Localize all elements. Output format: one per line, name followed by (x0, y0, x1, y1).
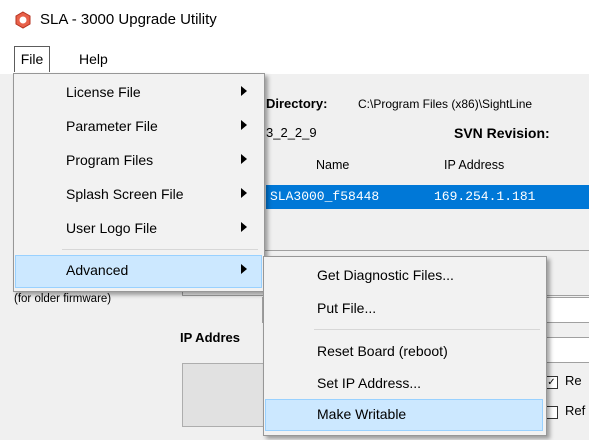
menu-item-parameter-file[interactable]: Parameter File (16, 111, 261, 142)
submenu-arrow-icon (241, 154, 247, 164)
menu-item-label: Splash Screen File (66, 186, 184, 202)
menu-item-label: Make Writable (317, 406, 407, 422)
menu-item-label: Program Files (66, 152, 154, 168)
menu-item-label: Put File... (317, 300, 377, 316)
directory-value: C:\Program Files (x86)\SightLine (358, 97, 533, 111)
menu-item-program-files[interactable]: Program Files (16, 145, 261, 176)
older-firmware-note: (for older firmware) (14, 293, 112, 305)
menu-item-label: Get Diagnostic Files... (317, 267, 454, 283)
column-name[interactable]: Name (316, 158, 349, 172)
file-menu: License File Parameter File Program File… (13, 73, 265, 292)
window-title: SLA - 3000 Upgrade Utility (40, 11, 217, 28)
menu-item-set-ip-address[interactable]: Set IP Address... (266, 368, 542, 399)
menu-item-label: License File (66, 84, 141, 100)
menu-item-label: Set IP Address... (317, 375, 422, 391)
checkbox-1-label: Re (565, 373, 582, 388)
advanced-submenu: Get Diagnostic Files... Put File... Rese… (263, 256, 547, 436)
app-icon (15, 11, 31, 29)
column-ip-address[interactable]: IP Address (444, 158, 504, 172)
directory-label: Directory: (266, 96, 328, 111)
row-ip-address: 169.254.1.181 (434, 189, 536, 204)
menu-item-label: Advanced (66, 262, 129, 278)
submenu-arrow-icon (241, 86, 247, 96)
menu-item-label: User Logo File (66, 220, 158, 236)
menu-item-label: Parameter File (66, 118, 158, 134)
action-button[interactable] (182, 363, 274, 427)
menu-help[interactable]: Help (73, 47, 114, 71)
menu-item-put-file[interactable]: Put File... (266, 293, 542, 324)
checkbox-2-label: Ref (565, 403, 586, 418)
submenu-arrow-icon (241, 188, 247, 198)
menu-separator (314, 329, 540, 330)
menu-item-splash-screen-file[interactable]: Splash Screen File (16, 179, 261, 210)
menu-item-user-logo-file[interactable]: User Logo File (16, 213, 261, 244)
menu-item-advanced[interactable]: Advanced (15, 255, 262, 288)
submenu-arrow-icon (241, 120, 247, 130)
menu-item-get-diagnostic-files[interactable]: Get Diagnostic Files... (266, 260, 542, 291)
table-row[interactable]: SLA3000_f58448 169.254.1.181 (266, 185, 589, 209)
ip-address-label: IP Addres (180, 330, 240, 345)
row-device-name: SLA3000_f58448 (270, 189, 380, 204)
menu-item-make-writable[interactable]: Make Writable (265, 399, 543, 431)
svn-revision-label: SVN Revision: (454, 125, 550, 141)
version-value: 3_2_2_9 (266, 125, 317, 140)
submenu-arrow-icon (241, 264, 247, 274)
menu-file[interactable]: File (14, 46, 50, 72)
menu-item-label: Reset Board (reboot) (317, 343, 448, 359)
device-list-header: Name IP Address (266, 150, 589, 180)
menu-item-license-file[interactable]: License File (16, 77, 261, 108)
submenu-arrow-icon (241, 222, 247, 232)
menu-separator (62, 249, 258, 250)
menu-item-reset-board[interactable]: Reset Board (reboot) (266, 336, 542, 367)
ip-address-field[interactable] (540, 337, 589, 363)
